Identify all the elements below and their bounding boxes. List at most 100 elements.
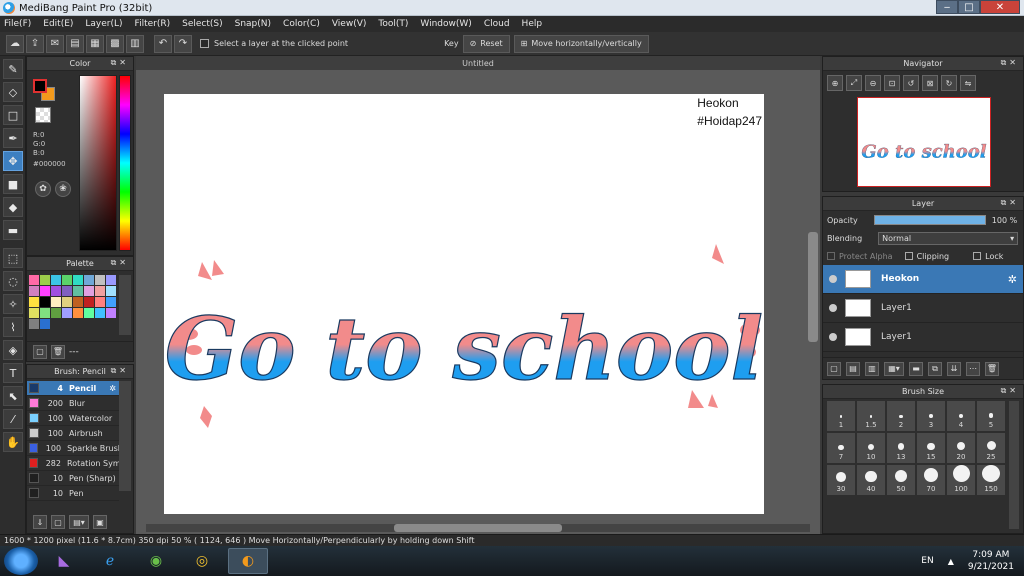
- palette-swatch[interactable]: [73, 275, 83, 285]
- merge-layer-icon[interactable]: ⇊: [947, 361, 961, 376]
- coccoc-icon[interactable]: ◉: [136, 548, 176, 574]
- foreground-color-swatch[interactable]: [33, 79, 47, 93]
- menu-edit[interactable]: Edit(E): [43, 19, 73, 29]
- brush-size-option[interactable]: 20: [947, 433, 975, 463]
- palette-swatch[interactable]: [40, 319, 50, 329]
- palette-swatch[interactable]: [51, 286, 61, 296]
- comment-icon[interactable]: ✉: [46, 34, 64, 53]
- brush-size-option[interactable]: 1.5: [857, 401, 885, 431]
- visibility-icon[interactable]: [829, 304, 837, 312]
- start-button[interactable]: [4, 547, 38, 575]
- palette-swatch[interactable]: [40, 308, 50, 318]
- checkbox-box[interactable]: [200, 39, 209, 48]
- select-eraser-tool-icon[interactable]: ◈: [3, 340, 23, 360]
- gear-icon[interactable]: ✲: [1008, 273, 1017, 286]
- brush-size-scrollbar[interactable]: [1009, 401, 1019, 529]
- brush-size-option[interactable]: 2: [887, 401, 915, 431]
- medibang-taskbar-icon[interactable]: ◐: [228, 548, 268, 574]
- pen-tool-icon[interactable]: ✒: [3, 128, 23, 148]
- menu-filter[interactable]: Filter(R): [135, 19, 171, 29]
- brush-size-option[interactable]: 7: [827, 433, 855, 463]
- brush-size-option[interactable]: 5: [977, 401, 1005, 431]
- hue-slider[interactable]: [119, 75, 131, 251]
- palette-swatch[interactable]: [73, 286, 83, 296]
- brush-size-option[interactable]: 40: [857, 465, 885, 495]
- palette-swatch[interactable]: [95, 275, 105, 285]
- brush-item[interactable]: 100 Airbrush: [27, 426, 119, 441]
- fit-icon[interactable]: ⤢: [846, 75, 862, 91]
- rotate-reset-icon[interactable]: ⊠: [922, 75, 938, 91]
- clipping-checkbox[interactable]: [904, 252, 913, 260]
- panel-controls-icon[interactable]: ⧉✕: [111, 366, 129, 376]
- menu-color[interactable]: Color(C): [283, 19, 320, 29]
- palette-swatch[interactable]: [95, 286, 105, 296]
- brush-size-option[interactable]: 100: [947, 465, 975, 495]
- panel-controls-icon[interactable]: ⧉✕: [111, 258, 129, 268]
- navigator-thumbnail[interactable]: Go to school: [857, 97, 991, 187]
- brush-size-option[interactable]: 3: [917, 401, 945, 431]
- rotate-left-icon[interactable]: ↺: [903, 75, 919, 91]
- horizontal-scrollbar[interactable]: [394, 524, 562, 532]
- select-pen-tool-icon[interactable]: ⌇: [3, 317, 23, 337]
- clock[interactable]: 7:09 AM 9/21/2021: [968, 549, 1014, 573]
- panel-controls-icon[interactable]: ⧉✕: [1001, 198, 1019, 208]
- bucket-tool-icon[interactable]: ◆: [3, 197, 23, 217]
- eyedropper-tool-icon[interactable]: ⁄: [3, 409, 23, 429]
- brush-size-option[interactable]: 150: [977, 465, 1005, 495]
- text-tool-icon[interactable]: T: [3, 363, 23, 383]
- palette-swatch[interactable]: [29, 297, 39, 307]
- lasso-tool-icon[interactable]: ◌: [3, 271, 23, 291]
- duplicate-layer-icon[interactable]: ⧉: [928, 361, 942, 376]
- operation-tool-icon[interactable]: ⬉: [3, 386, 23, 406]
- brush-item[interactable]: 10 Pen (Sharp): [27, 471, 119, 486]
- shape-tool-icon[interactable]: □: [3, 105, 23, 125]
- brush-item[interactable]: 282 Rotation Symmetry: [27, 456, 119, 471]
- language-indicator[interactable]: EN: [921, 556, 933, 566]
- palette-swatch[interactable]: [62, 308, 72, 318]
- menu-file[interactable]: File(F): [4, 19, 31, 29]
- palette-swatch[interactable]: [106, 308, 116, 318]
- folder-icon[interactable]: ▬: [909, 361, 923, 376]
- opacity-slider[interactable]: [873, 215, 986, 225]
- visibility-icon[interactable]: [829, 333, 837, 341]
- select-rect-tool-icon[interactable]: ⬚: [3, 248, 23, 268]
- brush-tool-icon[interactable]: ✎: [3, 59, 23, 79]
- palette-swatch[interactable]: [51, 308, 61, 318]
- blending-select[interactable]: Normal ▾: [878, 231, 1019, 245]
- message-icon[interactable]: ▤: [66, 34, 84, 53]
- palette-swatch[interactable]: [84, 275, 94, 285]
- share-icon[interactable]: ⇪: [26, 34, 44, 53]
- new-brush-icon[interactable]: ▢: [51, 515, 65, 529]
- flip-icon[interactable]: ⇋: [960, 75, 976, 91]
- palette-swatch[interactable]: [84, 297, 94, 307]
- palette-swatch[interactable]: [29, 308, 39, 318]
- canvas-tab[interactable]: Untitled: [136, 56, 820, 70]
- select-layer-checkbox[interactable]: Select a layer at the clicked point: [200, 39, 348, 48]
- palette-swatch[interactable]: [29, 319, 39, 329]
- palette-swatch[interactable]: [62, 286, 72, 296]
- layer-item-heokon[interactable]: Heokon ✲: [823, 265, 1023, 294]
- palette-swatch[interactable]: [62, 275, 72, 285]
- palette-swatch[interactable]: [73, 308, 83, 318]
- grid-icon[interactable]: ▩: [106, 34, 124, 53]
- show-hidden-icons-icon[interactable]: ▲: [948, 557, 954, 566]
- palette-swatch[interactable]: [62, 297, 72, 307]
- close-icon[interactable]: ✕: [980, 0, 1020, 14]
- canvas-page[interactable]: Go to school Heokon #Hoidap247: [164, 94, 764, 514]
- brush-size-option[interactable]: 30: [827, 465, 855, 495]
- brush-size-option[interactable]: 4: [947, 401, 975, 431]
- lock-checkbox[interactable]: [973, 252, 982, 260]
- palette-swatch[interactable]: [95, 308, 105, 318]
- visibility-icon[interactable]: [829, 275, 837, 283]
- saturation-value-picker[interactable]: [79, 75, 117, 251]
- protect-alpha-checkbox[interactable]: [827, 252, 835, 260]
- zoom-in-icon[interactable]: ⊕: [827, 75, 843, 91]
- brush-item[interactable]: 10 Pen: [27, 486, 119, 501]
- new-layer-icon[interactable]: ▢: [827, 361, 841, 376]
- add-brush-icon[interactable]: ▤▾: [69, 515, 89, 529]
- menu-window[interactable]: Window(W): [420, 19, 471, 29]
- menu-layer[interactable]: Layer(L): [85, 19, 122, 29]
- chrome-icon[interactable]: ◎: [182, 548, 222, 574]
- move-hv-button[interactable]: ⊞ Move horizontally/vertically: [513, 34, 649, 53]
- hand-tool-icon[interactable]: ✋: [3, 432, 23, 452]
